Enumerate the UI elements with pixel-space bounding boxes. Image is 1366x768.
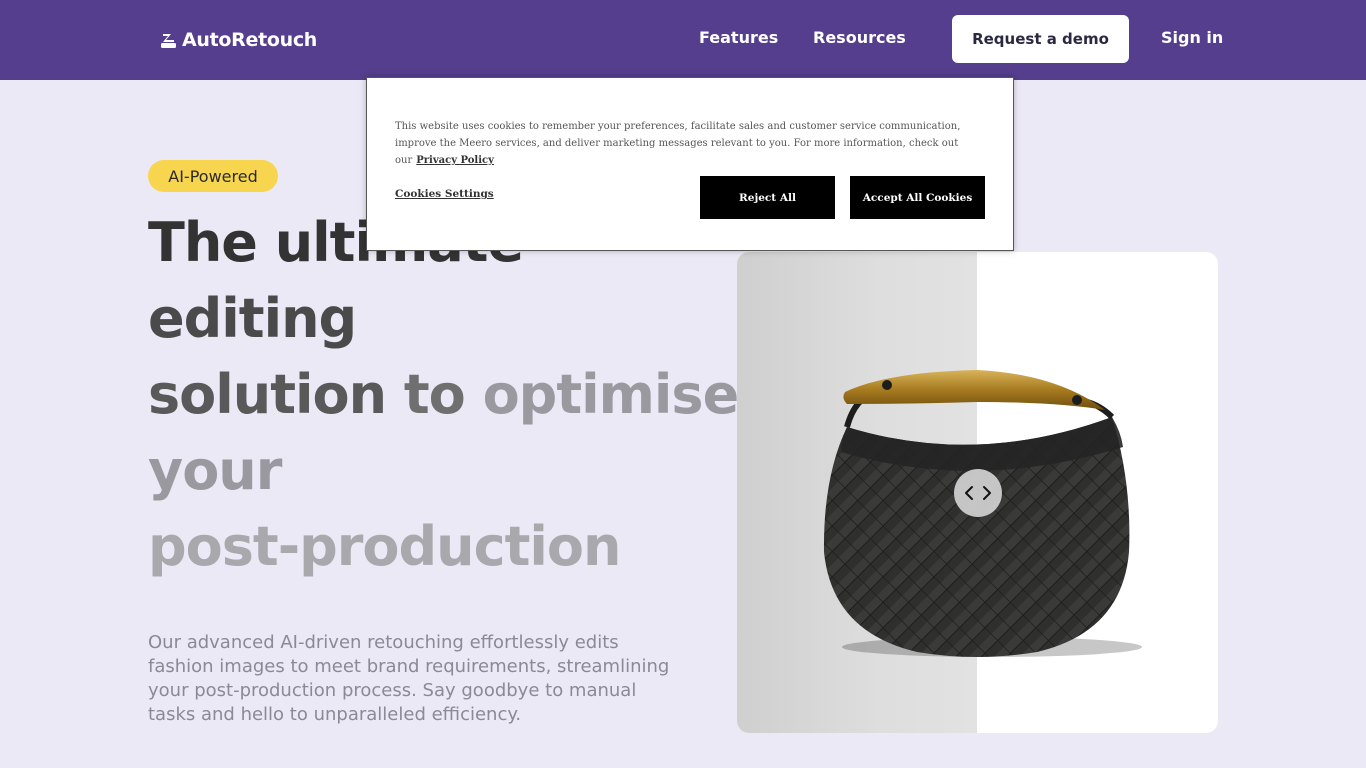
- headline-word-to: to: [386, 363, 483, 426]
- privacy-policy-link[interactable]: Privacy Policy: [416, 155, 494, 166]
- cookies-settings-link[interactable]: Cookies Settings: [395, 188, 494, 200]
- autoretouch-logo-icon: [161, 33, 176, 48]
- nav-link-features[interactable]: Features: [699, 28, 778, 47]
- headline-line-4: your: [148, 439, 282, 502]
- comparison-slider-handle[interactable]: [954, 469, 1002, 517]
- ai-powered-badge: AI-Powered: [148, 160, 278, 192]
- logo[interactable]: AutoRetouch: [160, 28, 317, 52]
- headline-word-solution: solution: [148, 363, 387, 426]
- nav-link-resources[interactable]: Resources: [813, 28, 906, 47]
- top-navbar: AutoRetouch Features Resources Request a…: [0, 0, 1366, 80]
- headline-line-5: post-production: [148, 515, 621, 578]
- reject-all-button[interactable]: Reject All: [700, 176, 835, 219]
- chevron-left-right-icon: [965, 486, 991, 500]
- request-demo-button[interactable]: Request a demo: [952, 15, 1129, 63]
- hero-description: Our advanced AI-driven retouching effort…: [148, 632, 670, 725]
- headline-line-3: solution to optimise: [148, 357, 739, 433]
- headline-line-2: editing: [148, 287, 357, 350]
- hero-headline: The ultimate editing solution to optimis…: [148, 205, 739, 585]
- sign-in-link[interactable]: Sign in: [1161, 28, 1223, 47]
- accept-all-cookies-button[interactable]: Accept All Cookies: [850, 176, 985, 219]
- headline-word-optimise: optimise: [482, 363, 740, 426]
- cookie-consent-banner: This website uses cookies to remember yo…: [366, 77, 1014, 251]
- cookie-text: This website uses cookies to remember yo…: [395, 118, 987, 169]
- logo-text: AutoRetouch: [182, 29, 318, 51]
